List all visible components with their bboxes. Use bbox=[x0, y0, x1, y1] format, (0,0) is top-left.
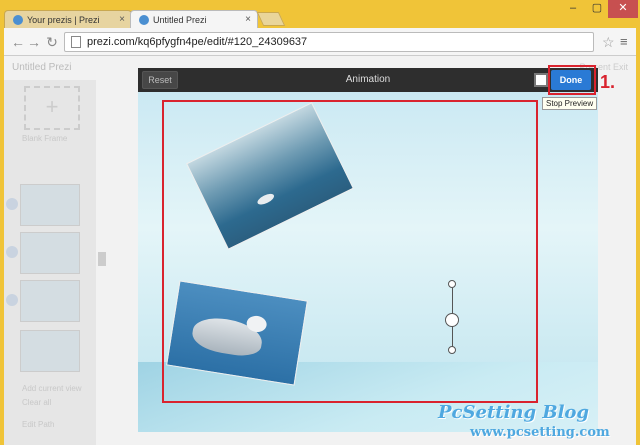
stop-preview-tooltip: Stop Preview bbox=[542, 97, 598, 110]
path-step-badge bbox=[6, 294, 18, 306]
animation-title: Animation bbox=[345, 74, 391, 85]
prezi-favicon-icon bbox=[139, 15, 149, 25]
add-frame-button[interactable]: + bbox=[24, 86, 80, 130]
watermark-url: www.pcsetting.com bbox=[470, 425, 610, 440]
fullscreen-icon[interactable] bbox=[534, 73, 548, 87]
animation-toolbar: Reset Animation Done bbox=[138, 68, 598, 92]
highlight-frame bbox=[162, 100, 538, 403]
path-sidebar: + Blank Frame Add current view Clear all… bbox=[4, 80, 96, 445]
tab-your-prezis[interactable]: Your prezis | Prezi × bbox=[4, 10, 132, 29]
path-step-badge bbox=[6, 246, 18, 258]
new-tab-button[interactable] bbox=[256, 12, 286, 26]
path-thumbnail[interactable] bbox=[20, 280, 80, 322]
add-current-view-link[interactable]: Add current view bbox=[22, 384, 82, 393]
tab-title: Untitled Prezi bbox=[153, 15, 207, 25]
path-thumbnail[interactable] bbox=[20, 330, 80, 372]
chrome-menu-icon[interactable]: ≡ bbox=[620, 34, 628, 49]
done-highlight-box bbox=[548, 65, 596, 95]
blank-frame-label[interactable]: Blank Frame bbox=[22, 134, 67, 143]
edit-path-button[interactable]: Edit Path bbox=[22, 420, 54, 429]
bookmark-star-icon[interactable]: ☆ bbox=[602, 34, 615, 51]
sidebar-collapse-handle[interactable] bbox=[98, 252, 106, 266]
watermark-brand: PcSetting Blog bbox=[438, 402, 589, 423]
path-step-badge bbox=[6, 198, 18, 210]
path-thumbnail[interactable] bbox=[20, 232, 80, 274]
tab-title: Your prezis | Prezi bbox=[27, 15, 100, 25]
reload-icon[interactable]: ↻ bbox=[44, 34, 60, 50]
minimize-button[interactable]: – bbox=[562, 0, 584, 18]
path-thumbnail[interactable] bbox=[20, 184, 80, 226]
close-window-button[interactable]: ✕ bbox=[608, 0, 638, 18]
maximize-button[interactable]: ▢ bbox=[586, 0, 608, 18]
clear-all-link[interactable]: Clear all bbox=[22, 398, 51, 407]
tab-untitled-prezi[interactable]: Untitled Prezi × bbox=[130, 10, 258, 29]
address-bar[interactable]: prezi.com/kq6pfygfn4pe/edit/#120_2430963… bbox=[64, 32, 594, 52]
page-icon bbox=[71, 36, 81, 48]
prezi-favicon-icon bbox=[13, 15, 23, 25]
back-icon[interactable]: ← bbox=[10, 34, 26, 50]
tab-strip: Your prezis | Prezi × Untitled Prezi × –… bbox=[0, 0, 640, 29]
prezi-title: Untitled Prezi bbox=[12, 62, 72, 73]
forward-icon[interactable]: → bbox=[26, 34, 42, 50]
close-tab-icon[interactable]: × bbox=[119, 14, 125, 25]
browser-toolbar: ← → ↻ prezi.com/kq6pfygfn4pe/edit/#120_2… bbox=[4, 28, 636, 56]
url-text: prezi.com/kq6pfygfn4pe/edit/#120_2430963… bbox=[87, 36, 308, 48]
step-marker: 1. bbox=[600, 72, 616, 92]
close-tab-icon[interactable]: × bbox=[245, 14, 251, 25]
